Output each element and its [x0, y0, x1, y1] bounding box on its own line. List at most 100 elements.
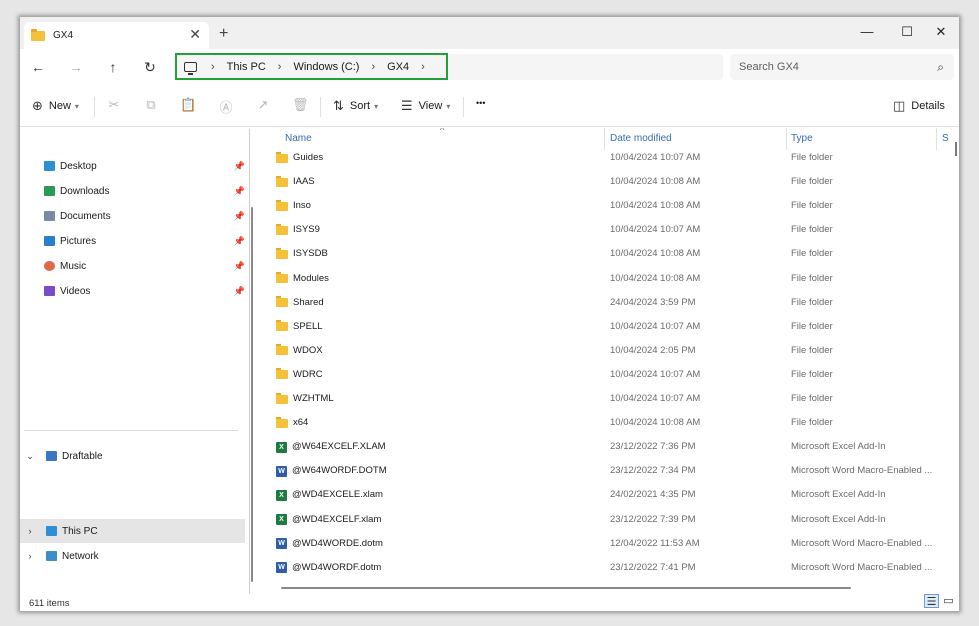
sidebar-item-documents[interactable]: Documents 📌: [20, 204, 245, 228]
chevron-right-icon[interactable]: ›: [371, 61, 375, 73]
date-modified-cell: 10/04/2024 10:08 AM: [610, 176, 701, 188]
pin-icon[interactable]: 📌: [234, 286, 245, 297]
type-cell: Microsoft Word Macro-Enabled ...: [791, 537, 933, 549]
sort-button[interactable]: ⇅ Sort ▾: [333, 98, 378, 114]
plus-circle-icon: ⊕: [32, 98, 43, 113]
chevron-right-icon[interactable]: ›: [211, 61, 215, 73]
chevron-right-icon[interactable]: ›: [24, 526, 36, 536]
new-label: New: [48, 100, 71, 112]
more-options-button[interactable]: •••: [476, 98, 485, 108]
sidebar-item-this-pc[interactable]: › This PC: [20, 519, 245, 543]
maximize-button[interactable]: ☐: [892, 21, 922, 43]
sidebar-item-music[interactable]: Music 📌: [20, 254, 245, 278]
chevron-down-icon: ▾: [446, 101, 451, 111]
sidebar-item-desktop[interactable]: Desktop 📌: [20, 154, 245, 178]
folder-icon: [276, 272, 288, 283]
table-row[interactable]: X @W64EXCELF.XLAM 23/12/2022 7:36 PM Micros…: [260, 435, 950, 459]
table-row[interactable]: W @WD4WORDE.dotm 12/04/2022 11:53 AM Micros…: [260, 532, 950, 556]
close-tab-icon[interactable]: ✕: [189, 26, 201, 43]
details-button[interactable]: ◫ Details: [893, 98, 945, 114]
table-row[interactable]: Guides 10/04/2024 10:07 AM File folder: [260, 146, 950, 170]
table-row[interactable]: ISYSDB 10/04/2024 10:08 AM File folder: [260, 242, 950, 266]
type-cell: File folder: [791, 248, 833, 260]
type-cell: Microsoft Excel Add-In: [791, 489, 886, 501]
crumb-windows-c[interactable]: Windows (C:): [293, 61, 359, 73]
pin-icon[interactable]: 📌: [234, 161, 245, 172]
minimize-button[interactable]: —: [852, 21, 882, 43]
pin-icon[interactable]: 📌: [234, 261, 245, 272]
table-row[interactable]: W @WD4WORDF.dotm 23/12/2022 7:41 PM Microso…: [260, 556, 950, 580]
file-name: @WD4EXCELF.xlam: [292, 513, 382, 525]
type-cell: Microsoft Word Macro-Enabled ...: [791, 561, 933, 573]
address-row: ← → ↑ ↻ › This PC › Windows (C:) › GX4 ›…: [20, 49, 959, 87]
rename-icon[interactable]: Ⓐ: [218, 97, 234, 116]
table-row[interactable]: SPELL 10/04/2024 10:07 AM File folder: [260, 315, 950, 339]
pin-icon[interactable]: 📌: [234, 211, 245, 222]
table-row[interactable]: X @WD4EXCELF.xlam 23/12/2022 7:39 PM Micros…: [260, 508, 950, 532]
chevron-right-icon[interactable]: ›: [421, 61, 425, 73]
table-row[interactable]: Inso 10/04/2024 10:08 AM File folder: [260, 194, 950, 218]
horizontal-scrollbar[interactable]: [281, 587, 851, 589]
tab-gx4[interactable]: GX4 ✕: [24, 22, 209, 49]
sidebar-item-pictures[interactable]: Pictures 📌: [20, 229, 245, 253]
sidebar-item-downloads[interactable]: Downloads 📌: [20, 179, 245, 203]
chevron-down-icon[interactable]: ⌄: [24, 451, 36, 462]
breadcrumb[interactable]: › This PC › Windows (C:) › GX4 ›: [175, 53, 448, 80]
type-cell: Microsoft Word Macro-Enabled ...: [791, 465, 933, 477]
pin-icon[interactable]: 📌: [234, 236, 245, 247]
sidebar-item-network[interactable]: › Network: [20, 544, 245, 568]
excel-file-icon: X: [276, 441, 287, 453]
table-row[interactable]: WDOX 10/04/2024 2:05 PM File folder: [260, 339, 950, 363]
view-label: View: [418, 100, 443, 112]
crumb-this-pc[interactable]: This PC: [227, 61, 266, 73]
table-row[interactable]: WZHTML 10/04/2024 10:07 AM File folder: [260, 387, 950, 411]
excel-file-icon: X: [276, 514, 287, 525]
sort-ascending-icon: ^: [440, 128, 445, 135]
chevron-down-icon: ▾: [374, 101, 379, 111]
refresh-button[interactable]: ↻: [140, 59, 160, 76]
delete-icon[interactable]: 🗑: [292, 97, 309, 113]
paste-icon[interactable]: 📋: [180, 97, 196, 113]
file-name: WDOX: [293, 344, 323, 356]
desktop-icon: [44, 161, 55, 171]
table-row[interactable]: W @W64WORDF.DOTM 23/12/2022 7:34 PM Microso…: [260, 459, 950, 483]
file-name-cell: WDOX: [276, 339, 323, 363]
sidebar-item-videos[interactable]: Videos 📌: [20, 279, 245, 303]
chevron-right-icon[interactable]: ›: [278, 61, 282, 73]
date-modified-cell: 24/04/2024 3:59 PM: [610, 296, 696, 308]
chevron-right-icon[interactable]: ›: [24, 551, 36, 561]
details-view-icon[interactable]: ☰: [924, 594, 939, 608]
table-row[interactable]: X @WD4EXCELE.xlam 24/02/2021 4:35 PM Micros…: [260, 483, 950, 507]
copy-icon[interactable]: ⧉: [143, 97, 159, 113]
search-input[interactable]: Search GX4 ⌕: [730, 54, 954, 80]
forward-button[interactable]: →: [66, 59, 86, 75]
table-row[interactable]: IAAS 10/04/2024 10:08 AM File folder: [260, 170, 950, 194]
pin-icon[interactable]: 📌: [234, 186, 245, 197]
pane-splitter[interactable]: [249, 129, 250, 594]
new-tab-button[interactable]: +: [219, 25, 228, 43]
date-modified-cell: 10/04/2024 10:07 AM: [610, 152, 701, 163]
table-row[interactable]: Shared 24/04/2024 3:59 PM File folder: [260, 291, 950, 315]
sidebar-scrollbar[interactable]: [251, 207, 253, 582]
table-row[interactable]: ISYS9 10/04/2024 10:07 AM File folder: [260, 218, 950, 242]
back-button[interactable]: ←: [28, 59, 48, 75]
this-pc-icon: [46, 526, 57, 536]
up-button[interactable]: ↑: [103, 59, 123, 75]
details-label: Details: [911, 100, 945, 112]
videos-icon: [44, 286, 55, 296]
crumb-gx4[interactable]: GX4: [387, 61, 409, 73]
table-row[interactable]: Modules 10/04/2024 10:08 AM File folder: [260, 267, 950, 291]
table-row[interactable]: x64 10/04/2024 10:08 AM File folder: [260, 411, 950, 435]
cut-icon[interactable]: ✂: [106, 97, 122, 113]
date-modified-cell: 10/04/2024 10:07 AM: [610, 393, 701, 404]
file-list-scrollbar[interactable]: [955, 142, 957, 156]
table-row[interactable]: WDRC 10/04/2024 10:07 AM File folder: [260, 363, 950, 387]
tiles-view-icon[interactable]: ▭: [941, 594, 956, 608]
new-button[interactable]: ⊕ New ▾: [32, 98, 79, 114]
close-window-button[interactable]: ✕: [926, 21, 956, 43]
file-name-cell: Guides: [276, 146, 323, 170]
folder-icon: [276, 296, 288, 308]
sidebar-item-draftable[interactable]: ⌄ Draftable: [20, 444, 245, 468]
share-icon[interactable]: ↗: [255, 97, 271, 113]
view-button[interactable]: ☰ View ▾: [401, 98, 450, 114]
